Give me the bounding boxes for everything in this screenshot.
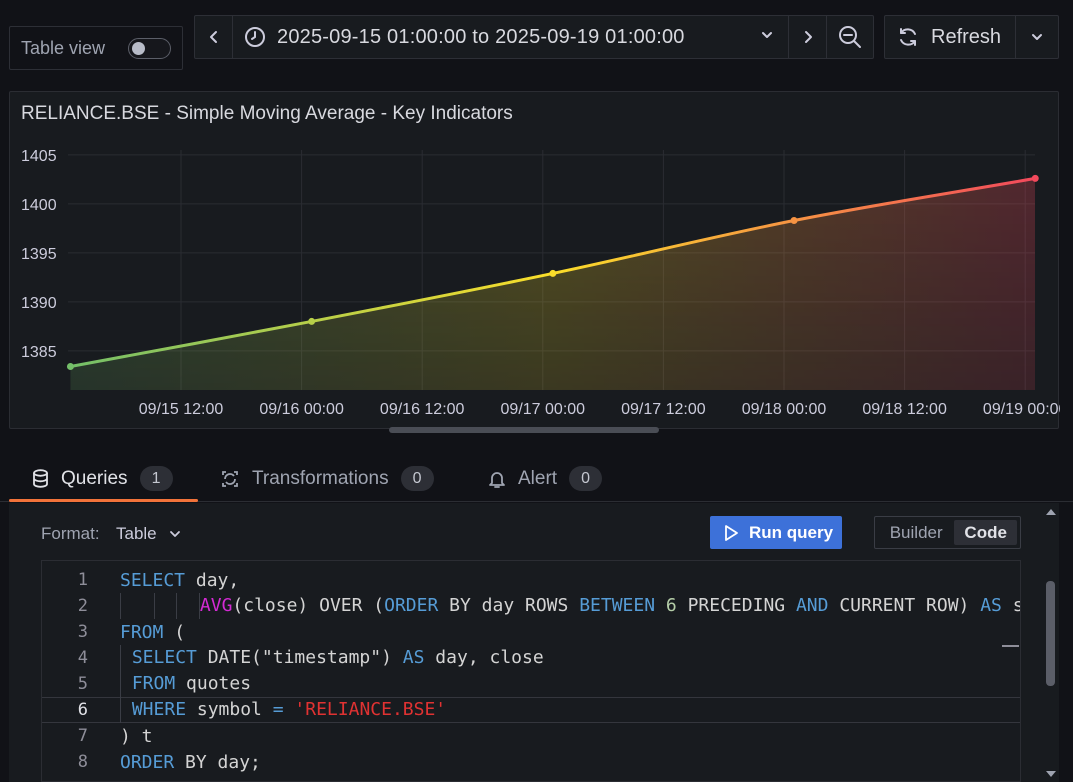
scroll-down-arrow-icon[interactable]	[1046, 771, 1056, 777]
series-area-fill	[70, 178, 1036, 390]
time-range-picker[interactable]: 2025-09-15 01:00:00 to 2025-09-19 01:00:…	[232, 15, 789, 59]
y-tick-label: 1395	[21, 246, 57, 263]
transform-icon	[220, 469, 240, 489]
x-tick-label: 09/19 00:00	[983, 401, 1060, 418]
refresh-button[interactable]: Refresh	[884, 15, 1016, 59]
play-icon	[725, 524, 738, 541]
builder-mode-button[interactable]: Builder	[878, 520, 954, 545]
code-line: 2 AVG(close) OVER (ORDER BY day ROWS BET…	[42, 593, 1020, 619]
x-tick-label: 09/16 12:00	[380, 401, 465, 418]
x-tick-label: 09/18 12:00	[862, 401, 947, 418]
line-number: 4	[77, 648, 88, 668]
scrollbar-thumb[interactable]	[1046, 581, 1055, 686]
data-point	[66, 362, 74, 370]
data-point	[1031, 174, 1039, 182]
sma-area-chart[interactable]: 1385 1390 1395 1400 1405 09/15 12:00 09/16 00:…	[10, 92, 1060, 430]
editor-mode-switch: Builder Code	[874, 516, 1021, 549]
minimap-marker	[1002, 645, 1019, 647]
chart-panel: RELIANCE.BSE - Simple Moving Average - K…	[9, 91, 1060, 433]
line-number: 5	[77, 674, 88, 694]
code-text: FROM (	[120, 621, 186, 643]
table-view-switch-knob	[132, 42, 145, 55]
code-mode-button[interactable]: Code	[954, 520, 1017, 545]
bell-icon	[488, 469, 506, 489]
run-query-label: Run query	[749, 522, 834, 542]
code-line: 4 SELECT DATE("timestamp") AS day, close	[42, 645, 1020, 671]
tab-queries[interactable]: Queries 1	[32, 455, 173, 502]
code-text: ORDER BY day;	[120, 751, 261, 773]
tab-alert[interactable]: Alert 0	[488, 455, 603, 502]
refresh-label: Refresh	[931, 25, 1002, 48]
code-line: 8 ORDER BY day;	[42, 749, 1020, 775]
run-query-button[interactable]: Run query	[710, 516, 842, 549]
refresh-icon	[900, 28, 916, 46]
y-tick-label: 1405	[21, 148, 57, 165]
code-text: ) t	[120, 725, 153, 747]
x-tick-label: 09/18 00:00	[742, 401, 827, 418]
query-editor-area: Format: Table Run query Builder Code 1 S…	[9, 503, 1043, 782]
code-text: FROM quotes	[120, 671, 251, 697]
tab-queries-label: Queries	[61, 467, 128, 489]
time-range-forward-button[interactable]	[788, 15, 827, 59]
line-number: 1	[77, 570, 88, 590]
tab-alert-label: Alert	[518, 467, 558, 489]
chevron-right-icon	[804, 31, 812, 43]
format-value: Table	[116, 524, 157, 543]
line-number: 3	[77, 622, 88, 642]
line-number: 8	[77, 752, 88, 772]
database-icon	[32, 469, 49, 488]
line-number: 7	[77, 726, 88, 746]
code-text: AVG(close) OVER (ORDER BY day ROWS BETWE…	[120, 593, 1020, 619]
zoom-out-icon	[839, 26, 861, 48]
code-line: 3 FROM (	[42, 619, 1020, 645]
data-point	[790, 217, 798, 225]
code-text: SELECT DATE("timestamp") AS day, close	[120, 645, 544, 671]
refresh-interval-dropdown[interactable]	[1015, 15, 1059, 59]
query-tabs: Queries 1 Transformations 0 Alert 0	[0, 455, 1073, 502]
x-tick-label: 09/17 12:00	[621, 401, 706, 418]
table-view-toggle-group: Table view	[9, 26, 183, 70]
tab-alert-count: 0	[569, 466, 603, 491]
data-point	[308, 317, 316, 325]
time-range-text: 2025-09-15 01:00:00 to 2025-09-19 01:00:…	[277, 25, 685, 48]
code-text: WHERE symbol = 'RELIANCE.BSE'	[120, 697, 446, 723]
code-line-active: 6 WHERE symbol = 'RELIANCE.BSE'	[42, 697, 1020, 723]
format-select[interactable]: Table	[116, 524, 181, 544]
chart-scrollbar-thumb[interactable]	[389, 427, 659, 433]
code-line: 1 SELECT day,	[42, 567, 1020, 593]
x-tick-label: 09/15 12:00	[139, 401, 224, 418]
tab-transformations-count: 0	[400, 466, 434, 491]
table-view-label: Table view	[21, 37, 106, 58]
table-view-switch[interactable]	[128, 38, 171, 59]
tab-transformations-label: Transformations	[252, 467, 389, 489]
y-tick-label: 1390	[21, 295, 57, 312]
data-point	[549, 269, 557, 277]
line-number: 6	[77, 700, 88, 720]
chevron-down-icon	[1032, 34, 1042, 40]
chevron-down-icon	[762, 32, 772, 38]
scroll-up-arrow-icon[interactable]	[1046, 509, 1056, 515]
tab-queries-count: 1	[139, 466, 173, 491]
vertical-scrollbar[interactable]	[1043, 503, 1059, 782]
code-text: SELECT day,	[120, 569, 240, 591]
code-line: 5 FROM quotes	[42, 671, 1020, 697]
format-label: Format:	[41, 524, 100, 543]
line-number: 2	[77, 596, 88, 616]
tab-transformations[interactable]: Transformations 0	[220, 455, 434, 502]
zoom-out-button[interactable]	[826, 15, 874, 59]
y-tick-label: 1385	[21, 344, 57, 361]
y-tick-label: 1400	[21, 197, 57, 214]
chevron-left-icon	[209, 31, 217, 43]
chevron-down-icon	[169, 531, 180, 537]
clock-icon	[245, 27, 265, 47]
x-tick-label: 09/17 00:00	[501, 401, 586, 418]
sql-code-editor[interactable]: 1 SELECT day, 2 AVG(close) OVER (ORDER B…	[41, 560, 1021, 782]
active-tab-indicator	[9, 499, 198, 502]
x-tick-label: 09/16 00:00	[259, 401, 344, 418]
time-range-back-button[interactable]	[194, 15, 233, 59]
code-line: 7 ) t	[42, 723, 1020, 749]
